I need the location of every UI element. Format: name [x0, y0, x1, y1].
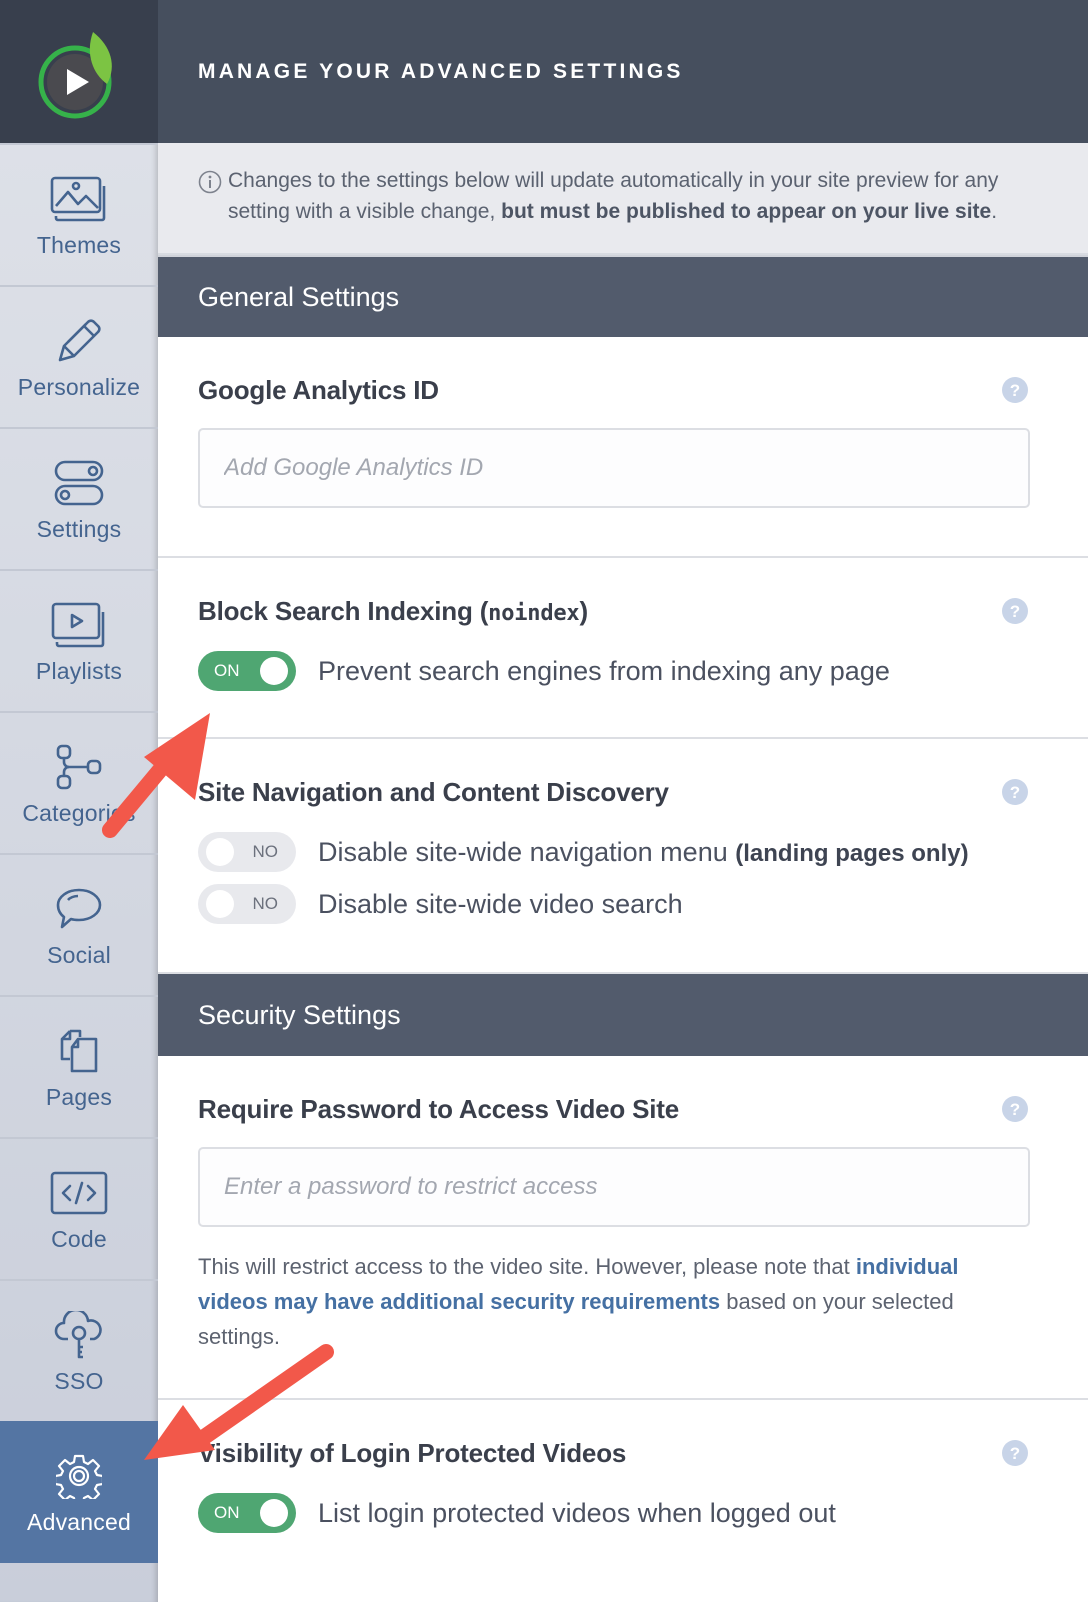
- block-indexing-toggle[interactable]: ON: [198, 651, 296, 691]
- setting-label: Google Analytics ID: [198, 375, 439, 405]
- help-icon[interactable]: ?: [1002, 598, 1028, 629]
- sidebar-item-code[interactable]: Code: [0, 1137, 158, 1279]
- disable-navigation-toggle[interactable]: NO: [198, 832, 296, 872]
- security-settings-section: Security Settings Require Password to Ac…: [158, 974, 1088, 1533]
- toggle-knob: [206, 890, 234, 918]
- sidebar-item-label: Advanced: [27, 1508, 131, 1535]
- sidebar-item-label: Playlists: [35, 657, 123, 684]
- help-icon[interactable]: ?: [1002, 779, 1028, 810]
- svg-text:?: ?: [1010, 1100, 1020, 1119]
- toggle-knob: [260, 1499, 288, 1527]
- speech-bubble-icon: [49, 882, 109, 936]
- playlist-icon: [49, 598, 109, 652]
- svg-text:?: ?: [1010, 381, 1020, 400]
- notice-text-bold: but must be published to appear on your …: [501, 200, 992, 223]
- play-leaf-logo-icon: [38, 31, 112, 118]
- setting-label: Visibility of Login Protected Videos: [198, 1438, 627, 1468]
- setting-site-navigation: Site Navigation and Content Discovery ? …: [158, 739, 1088, 974]
- svg-text:?: ?: [1010, 783, 1020, 802]
- code-icon: [49, 1166, 109, 1220]
- help-icon[interactable]: ?: [1002, 1440, 1028, 1471]
- setting-block-indexing: Block Search Indexing (noindex) ? ON Pre…: [158, 558, 1088, 739]
- sidebar-item-social[interactable]: Social: [0, 853, 158, 995]
- general-settings-section: General Settings Google Analytics ID ? B…: [158, 255, 1088, 974]
- svg-text:?: ?: [1010, 1444, 1020, 1463]
- pencil-icon: [49, 314, 109, 368]
- gear-icon: [49, 1449, 109, 1503]
- image-stack-icon: [49, 172, 109, 226]
- toggles-icon: [49, 456, 109, 510]
- toggle-row: ON Prevent search engines from indexing …: [198, 651, 1026, 691]
- info-icon: [198, 170, 222, 203]
- password-description: This will restrict access to the video s…: [198, 1254, 959, 1349]
- sidebar-item-label: Social: [47, 941, 111, 968]
- setting-login-visibility: Visibility of Login Protected Videos ? O…: [158, 1400, 1088, 1533]
- pages-icon: [49, 1024, 109, 1078]
- sidebar-item-categories[interactable]: Categories: [0, 711, 158, 853]
- hierarchy-icon: [49, 740, 109, 794]
- sidebar-item-themes[interactable]: Themes: [0, 143, 158, 285]
- page-title: MANAGE YOUR ADVANCED SETTINGS: [158, 0, 1088, 143]
- section-header-general: General Settings: [158, 255, 1088, 337]
- sidebar-item-label: Code: [51, 1225, 107, 1252]
- setting-google-analytics: Google Analytics ID ?: [158, 337, 1088, 558]
- info-notice: Changes to the settings below will updat…: [158, 143, 1088, 255]
- toggle-knob: [260, 657, 288, 685]
- section-header-security: Security Settings: [158, 974, 1088, 1056]
- sidebar-item-label: Settings: [36, 515, 122, 542]
- toggle-description: List login protected videos when logged …: [318, 1497, 836, 1528]
- toggle-row: NO Disable site-wide navigation menu (la…: [198, 832, 1026, 872]
- setting-label: Site Navigation and Content Discovery: [198, 777, 669, 807]
- toggle-knob: [206, 838, 234, 866]
- toggle-description: Disable site-wide video search: [318, 888, 683, 919]
- toggle-description: Disable site-wide navigation menu (landi…: [318, 836, 969, 867]
- toggle-row: ON List login protected videos when logg…: [198, 1493, 1026, 1533]
- sidebar-item-label: SSO: [54, 1367, 104, 1394]
- sidebar-item-label: Pages: [45, 1083, 113, 1110]
- setting-require-password: Require Password to Access Video Site ? …: [158, 1056, 1088, 1400]
- toggle-row: NO Disable site-wide video search: [198, 884, 1026, 924]
- sidebar-item-label: Personalize: [17, 373, 141, 400]
- toggle-description: Prevent search engines from indexing any…: [318, 655, 890, 686]
- sidebar: Themes Personalize Settings Playlists Ca…: [0, 0, 158, 1602]
- app-logo[interactable]: [0, 0, 158, 143]
- disable-video-search-toggle[interactable]: NO: [198, 884, 296, 924]
- main-content: MANAGE YOUR ADVANCED SETTINGS Changes to…: [158, 0, 1088, 1602]
- sidebar-item-playlists[interactable]: Playlists: [0, 569, 158, 711]
- help-icon[interactable]: ?: [1002, 377, 1028, 408]
- login-visibility-toggle[interactable]: ON: [198, 1493, 296, 1533]
- sidebar-item-pages[interactable]: Pages: [0, 995, 158, 1137]
- google-analytics-input[interactable]: [198, 428, 1030, 508]
- setting-label: Block Search Indexing (noindex): [198, 596, 588, 626]
- help-icon[interactable]: ?: [1002, 1096, 1028, 1127]
- sidebar-item-sso[interactable]: SSO: [0, 1279, 158, 1421]
- password-input[interactable]: [198, 1147, 1030, 1227]
- sidebar-item-label: Categories: [22, 799, 136, 826]
- cloud-key-icon: [49, 1308, 109, 1362]
- sidebar-item-label: Themes: [36, 231, 122, 258]
- sidebar-item-personalize[interactable]: Personalize: [0, 285, 158, 427]
- sidebar-item-advanced[interactable]: Advanced: [0, 1421, 158, 1563]
- svg-text:?: ?: [1010, 602, 1020, 621]
- setting-label: Require Password to Access Video Site: [198, 1094, 680, 1124]
- sidebar-item-settings[interactable]: Settings: [0, 427, 158, 569]
- notice-text-end: .: [991, 200, 998, 223]
